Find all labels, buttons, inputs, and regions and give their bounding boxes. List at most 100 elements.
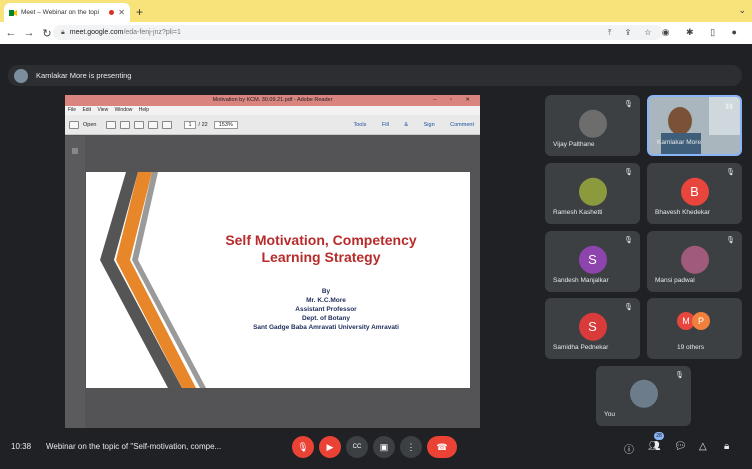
shared-screen: Motivation by KCM. 30.09.21.pdf - Adobe … [65,95,480,428]
people-icon[interactable]: 👥︎ [648,441,661,452]
others-tile[interactable]: M P 19 others [647,298,742,359]
meeting-title: Webinar on the topic of "Self-motivation… [46,442,222,451]
present-icon: ▣ [379,441,389,452]
recording-dot-icon [109,10,115,15]
slide-by: By [321,288,331,295]
captions-button[interactable]: CC [346,436,368,458]
browser-toolbar: ← → ↻ 🔒︎ meet.google.com/eda-fenj-jnz?pl… [0,22,752,44]
leave-call-button[interactable]: ☎︎ [427,436,457,458]
clock: 10:38 [11,442,32,451]
slide-stripes-graphic [100,172,206,388]
new-tab-button[interactable]: + [136,5,143,19]
slide-title-line2: Learning Strategy [261,249,381,265]
presenter-avatar [14,68,28,83]
participant-tile-speaking[interactable]: ▮▮ Kamlakar More [647,95,742,156]
edit-icon [120,120,131,129]
cloud-icon [134,120,145,129]
participant-name: Ramesh Kashetti [553,209,603,216]
captions-icon: CC [352,444,362,450]
mic-toggle-button[interactable]: 🎙︎ [292,436,314,458]
back-button[interactable]: ← [4,27,18,39]
slide-title-line1: Self Motivation, Competency [225,232,417,248]
presentation-slide: Self Motivation, Competency Learning Str… [86,172,470,388]
people-count-badge: 28 [654,432,664,440]
reader-window-title: Motivation by KCM. 30.09.21.pdf - Adobe … [212,97,333,103]
info-icon[interactable]: ⓘ [624,441,634,456]
reader-side-rail [65,136,85,428]
browser-tab-strip: Meet – Webinar on the topi ✕ + ⌄ [0,0,752,22]
mic-off-icon: 🎙︎ [624,237,633,244]
slide-role: Assistant Professor [295,306,357,313]
reader-page-total: / 22 [198,121,208,128]
reader-tool-links: Tools Fill & Sign Comment [353,121,475,128]
participant-tile[interactable]: S 🎙︎ Samidha Pednekar [545,298,640,359]
more-options-button[interactable]: ⋮ [400,436,422,458]
browser-tab-meet[interactable]: Meet – Webinar on the topi ✕ [4,3,130,22]
mic-off-icon: 🎙︎ [726,169,735,176]
meet-favicon-icon [9,9,17,17]
tab-title: Meet – Webinar on the topi [21,9,99,16]
avatar: B [680,177,709,206]
hang-up-icon: ☎︎ [436,441,448,452]
avatar [578,177,607,206]
omnibox-icons[interactable]: ⤒ ⇪ ☆ [608,28,657,38]
host-controls-icon[interactable]: 🔒︎ [724,441,729,452]
avatar [629,379,658,408]
present-button[interactable]: ▣ [373,436,395,458]
reader-toolbar: Open 1 / 22 153% Tools Fill & Sign Comme… [65,115,480,135]
participant-name: Kamlakar More [657,139,702,146]
participant-tile[interactable]: 🎙︎ Mansi padwal [647,231,742,292]
participant-name: Vijay Palthane [553,141,595,148]
others-count: 19 others [677,344,705,351]
url-host: meet.google.com [69,29,124,36]
camera-off-icon: ▶︎ [326,441,334,452]
slide-author: Mr. K.C.More [306,297,346,304]
reader-window-controls: – ▫ ✕ [433,97,476,103]
mic-off-icon: 🎙︎ [726,237,735,244]
reader-menu-bar: File Edit View Window Help [65,106,480,115]
presenting-banner: Kamlakar More is presenting [8,65,742,86]
reader-title-bar: Motivation by KCM. 30.09.21.pdf - Adobe … [65,95,480,106]
tab-search-icon[interactable]: ⌄ [738,5,746,16]
reader-page-current: 1 [184,120,196,129]
participant-name: You [604,411,615,418]
reader-open-label: Open [83,121,97,128]
reload-button[interactable]: ↻ [40,27,54,40]
extension-icons[interactable]: ◉ ✱ ▯ ● [662,27,744,38]
participant-name: Mansi padwal [655,277,695,284]
slide-university: Sant Gadge Baba Amravati University Amra… [253,324,399,331]
mic-off-icon: 🎙︎ [675,372,684,379]
url-path: /eda-fenj-jnz?pli=1 [123,29,181,36]
avatar: S [578,245,607,274]
avatar [680,245,709,274]
address-bar[interactable]: 🔒︎ meet.google.com/eda-fenj-jnz?pli=1 ⤒ … [53,25,663,40]
participant-name: Bhavesh Khedekar [655,209,710,216]
tab-close-icon[interactable]: ✕ [118,8,125,17]
chat-icon[interactable]: 💬︎ [674,441,687,452]
others-avatar: P [692,312,710,330]
avatar [578,109,607,138]
mic-off-icon: 🎙︎ [624,169,633,176]
folder-icon [69,120,79,129]
activities-icon[interactable]: △ [699,441,707,452]
meeting-controls-bar: 10:38 Webinar on the topic of "Self-moti… [0,428,752,469]
speaking-indicator-icon: ▮▮ [725,103,733,110]
participant-tile[interactable]: 🎙︎ Vijay Palthane [545,95,640,156]
participant-tile[interactable]: 🎙︎ Ramesh Kashetti [545,163,640,224]
avatar: S [578,312,607,341]
forward-button[interactable]: → [22,27,36,39]
participant-tile[interactable]: B 🎙︎ Bhavesh Khedekar [647,163,742,224]
print-icon [148,120,159,129]
self-tile[interactable]: 🎙︎ You [596,366,691,426]
camera-toggle-button[interactable]: ▶︎ [319,436,341,458]
more-vert-icon: ⋮ [406,441,416,452]
mic-off-icon: 🎙︎ [624,304,633,311]
lock-icon: 🔒︎ [61,28,65,36]
participant-tile[interactable]: S 🎙︎ Sandesh Manjalkar [545,231,640,292]
presenting-text: Kamlakar More is presenting [36,71,132,80]
save-icon [106,120,117,129]
mic-off-icon: 🎙︎ [624,101,633,108]
mic-off-icon: 🎙︎ [297,441,309,452]
participant-name: Samidha Pednekar [553,344,609,351]
slide-author-block: By Mr. K.C.More Assistant Professor Dept… [226,287,426,332]
